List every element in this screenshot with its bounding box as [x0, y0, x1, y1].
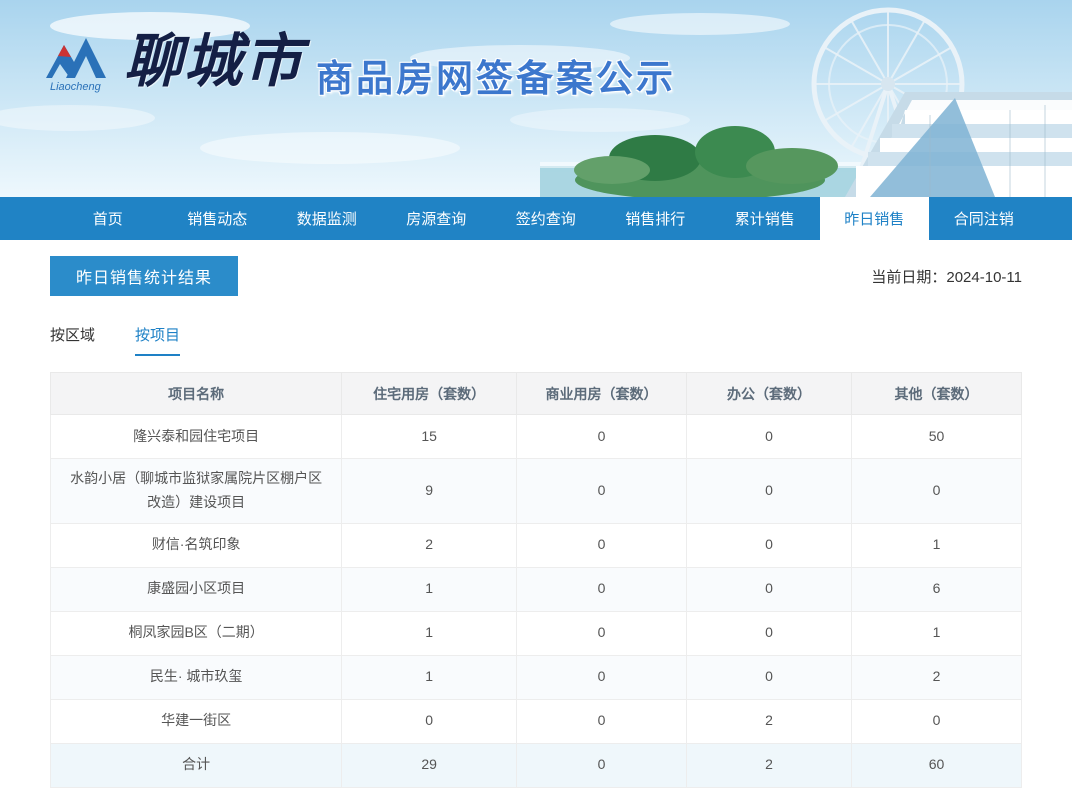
table-total-row: 合计 29 0 2 60 — [49, 742, 1022, 788]
value-cell: 0 — [851, 458, 1022, 524]
project-name-cell: 华建一街区 — [49, 698, 343, 744]
page: Liaocheng 聊城市 商品房网签备案公示 首页 销售动态 数据监测 房源查询 签约… — [0, 0, 1072, 788]
value-cell: 9 — [341, 458, 518, 524]
value-cell: 2 — [685, 698, 853, 744]
tab-by-project[interactable]: 按项目 — [135, 324, 181, 356]
table-row: 隆兴泰和园住宅项目 15 0 0 50 — [49, 414, 1022, 459]
nav-item-data-monitoring[interactable]: 数据监测 — [272, 197, 382, 240]
table-header-col-1: 项目名称 — [49, 372, 343, 415]
logo-text: Liaocheng — [50, 81, 102, 93]
value-cell: 0 — [851, 698, 1022, 744]
title-row: 昨日销售统计结果 当前日期：2024-10-11 — [50, 256, 1022, 296]
value-cell: 0 — [516, 610, 687, 656]
site-logo-icon: Liaocheng — [46, 38, 106, 93]
value-cell: 0 — [685, 610, 853, 656]
value-cell: 0 — [685, 414, 853, 459]
project-name-cell: 财信·名筑印象 — [49, 522, 343, 568]
value-cell: 0 — [516, 698, 687, 744]
table-header-row: 项目名称 住宅用房（套数） 商业用房（套数） 办公（套数） 其他（套数） — [49, 372, 1022, 415]
table-row: 财信·名筑印象 2 0 0 1 — [49, 522, 1022, 568]
main-nav: 首页 销售动态 数据监测 房源查询 签约查询 销售排行 累计销售 昨日销售 合同注销 — [0, 197, 1072, 240]
nav-item-signing-query[interactable]: 签约查询 — [491, 197, 601, 240]
value-cell: 2 — [341, 522, 518, 568]
site-header: Liaocheng 聊城市 商品房网签备案公示 — [0, 0, 1072, 197]
project-name-cell: 隆兴泰和园住宅项目 — [49, 414, 343, 459]
value-cell: 15 — [341, 414, 518, 459]
view-tabs: 按区域 按项目 — [50, 324, 1022, 356]
value-cell: 6 — [851, 566, 1022, 612]
value-cell: 1 — [341, 654, 518, 700]
section-title-badge: 昨日销售统计结果 — [50, 256, 239, 296]
nav-item-sales-ranking[interactable]: 销售排行 — [601, 197, 711, 240]
brand-lockup: Liaocheng 聊城市 商品房网签备案公示 — [42, 32, 676, 102]
value-cell: 1 — [851, 522, 1022, 568]
nav-item-listing-query[interactable]: 房源查询 — [382, 197, 492, 240]
nav-item-home[interactable]: 首页 — [53, 197, 163, 240]
current-date-label: 当前日期：2024-10-11 — [871, 268, 1022, 286]
project-name-cell: 水韵小居（聊城市监狱家属院片区棚户区改造）建设项目 — [49, 458, 343, 524]
table-header-col-2: 住宅用房（套数） — [341, 372, 518, 415]
value-cell: 0 — [516, 654, 687, 700]
value-cell: 0 — [516, 566, 687, 612]
project-name-cell: 合计 — [49, 742, 343, 788]
value-cell: 0 — [685, 522, 853, 568]
value-cell: 1 — [851, 610, 1022, 656]
project-name-cell: 民生· 城市玖玺 — [49, 654, 343, 700]
value-cell: 0 — [685, 566, 853, 612]
value-cell: 60 — [851, 742, 1022, 788]
project-name-cell: 康盛园小区项目 — [49, 566, 343, 612]
table-row: 水韵小居（聊城市监狱家属院片区棚户区改造）建设项目 9 0 0 0 — [49, 458, 1022, 524]
tab-by-region[interactable]: 按区域 — [50, 324, 95, 356]
value-cell: 2 — [851, 654, 1022, 700]
value-cell: 0 — [341, 698, 518, 744]
nav-item-yesterday-sales[interactable]: 昨日销售 — [819, 197, 929, 240]
table-row: 桐凤家园B区（二期） 1 0 0 1 — [49, 610, 1022, 656]
value-cell: 0 — [685, 458, 853, 524]
sales-statistics-table: 项目名称 住宅用房（套数） 商业用房（套数） 办公（套数） 其他（套数） 隆兴泰和园住宅… — [49, 372, 1022, 788]
table-header-col-5: 其他（套数） — [851, 372, 1022, 415]
table-row: 华建一街区 0 0 2 0 — [49, 698, 1022, 744]
value-cell: 0 — [516, 742, 687, 788]
value-cell: 29 — [341, 742, 518, 788]
value-cell: 50 — [851, 414, 1022, 459]
city-name-calligraphy: 聊城市 — [124, 27, 305, 95]
table-row: 民生· 城市玖玺 1 0 0 2 — [49, 654, 1022, 700]
table-row: 康盛园小区项目 1 0 0 6 — [49, 566, 1022, 612]
nav-item-sales-dynamics[interactable]: 销售动态 — [163, 197, 273, 240]
value-cell: 1 — [341, 566, 518, 612]
value-cell: 0 — [516, 414, 687, 459]
project-name-cell: 桐凤家园B区（二期） — [49, 610, 343, 656]
nav-items-container: 首页 销售动态 数据监测 房源查询 签约查询 销售排行 累计销售 昨日销售 合同注销 — [0, 197, 1072, 240]
value-cell: 2 — [685, 742, 853, 788]
table-header-col-4: 办公（套数） — [685, 372, 853, 415]
value-cell: 0 — [516, 458, 687, 524]
nav-item-contract-cancellation[interactable]: 合同注销 — [929, 197, 1039, 240]
value-cell: 1 — [341, 610, 518, 656]
value-cell: 0 — [516, 522, 687, 568]
main-content: 昨日销售统计结果 当前日期：2024-10-11 按区域 按项目 项目名称 住宅用房… — [0, 256, 1072, 788]
value-cell: 0 — [685, 654, 853, 700]
site-title: 商品房网签备案公示 — [316, 58, 677, 99]
table-header-col-3: 商业用房（套数） — [516, 372, 687, 415]
nav-item-cumulative-sales[interactable]: 累计销售 — [710, 197, 820, 240]
